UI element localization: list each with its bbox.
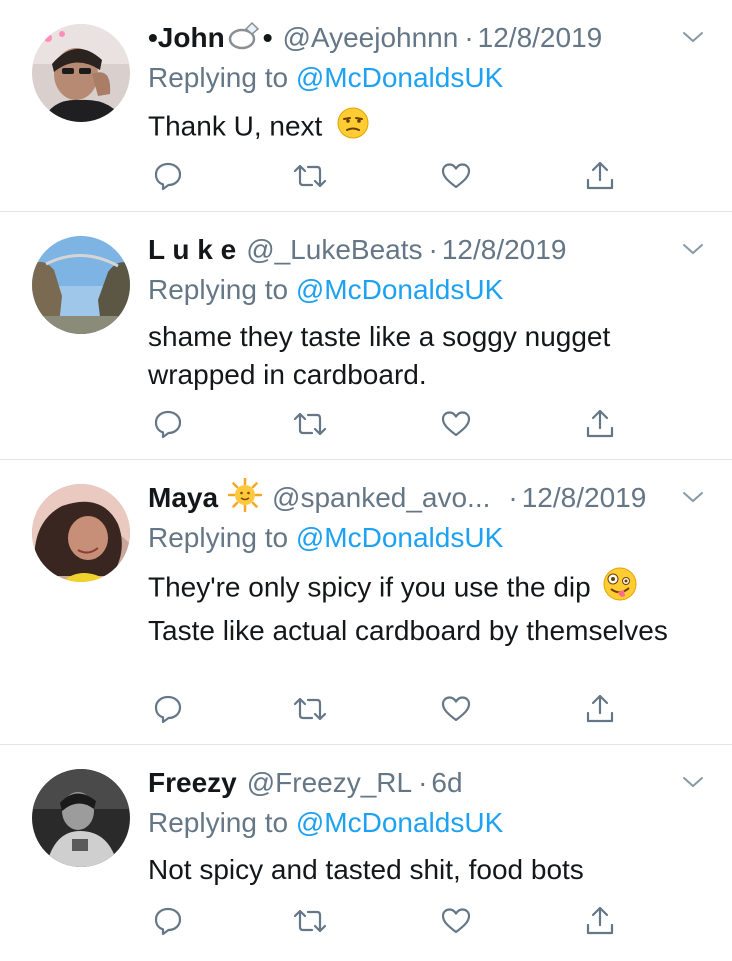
tweet-text-content: Thank U, next — [148, 110, 323, 142]
retweet-icon[interactable] — [290, 156, 330, 196]
reply-feed: •John • @Ayeejohnnn · 12/8/2019 Replying… — [0, 0, 732, 961]
tweet-header: L u k e @_LukeBeats · 12/8/2019 — [148, 230, 712, 270]
tweet-text: shame they taste like a soggy nugget wra… — [148, 321, 611, 390]
separator-dot: · — [418, 767, 428, 798]
tweet-text-line: They're only spicy if you use the dip — [148, 571, 591, 603]
name-suffix: • — [262, 22, 273, 53]
handle[interactable]: @Ayeejohnnn — [283, 22, 459, 54]
retweet-icon[interactable] — [290, 901, 330, 941]
timestamp[interactable]: 12/8/2019 — [522, 482, 647, 514]
tweet-header: •John • @Ayeejohnnn · 12/8/2019 — [148, 18, 712, 58]
timestamp[interactable]: 6d — [431, 767, 462, 799]
timestamp[interactable]: 12/8/2019 — [442, 234, 567, 266]
avatar[interactable] — [32, 24, 130, 122]
tweet[interactable]: •John • @Ayeejohnnn · 12/8/2019 Replying… — [0, 0, 732, 212]
timestamp[interactable]: 12/8/2019 — [478, 22, 603, 54]
share-icon[interactable] — [580, 404, 620, 444]
like-icon[interactable] — [436, 404, 476, 444]
tweet-header: Maya @spanked_avo... · 12/8/2019 — [148, 477, 712, 519]
tweet[interactable]: Maya @spanked_avo... · 12/8/2019 Replyin… — [0, 460, 732, 745]
tweet-text-line: Taste like actual cardboard by themselve… — [148, 615, 668, 646]
tweet-text: Not spicy and tasted shit, food bots — [148, 854, 584, 885]
like-icon[interactable] — [436, 689, 476, 729]
replying-mention[interactable]: @McDonaldsUK — [296, 274, 503, 305]
like-icon[interactable] — [436, 156, 476, 196]
display-name[interactable]: Maya — [148, 482, 218, 514]
separator-dot: · — [464, 22, 474, 53]
chevron-down-icon[interactable] — [680, 236, 706, 262]
display-name[interactable]: L u k e — [148, 234, 236, 266]
replying-mention[interactable]: @McDonaldsUK — [296, 62, 503, 93]
ring-icon — [227, 20, 261, 57]
reply-icon[interactable] — [148, 404, 188, 444]
replying-to: Replying to @McDonaldsUK — [148, 270, 712, 310]
tweet-text: Thank U, next — [148, 106, 712, 150]
replying-mention[interactable]: @McDonaldsUK — [296, 807, 503, 838]
replying-mention[interactable]: @McDonaldsUK — [296, 522, 503, 553]
tweet-actions — [148, 689, 628, 729]
tweet-text: They're only spicy if you use the dip Ta… — [148, 566, 688, 650]
separator-dot: · — [508, 482, 518, 513]
share-icon[interactable] — [580, 156, 620, 196]
separator-dot: · — [428, 234, 438, 265]
share-icon[interactable] — [580, 689, 620, 729]
tweet[interactable]: L u k e @_LukeBeats · 12/8/2019 Replying… — [0, 212, 732, 460]
replying-to: Replying to @McDonaldsUK — [148, 518, 712, 558]
replying-prefix: Replying to — [148, 522, 289, 553]
like-icon[interactable] — [436, 901, 476, 941]
display-name[interactable]: Freezy — [148, 767, 237, 799]
share-icon[interactable] — [580, 901, 620, 941]
tweet-actions — [148, 901, 628, 941]
tweet[interactable]: Freezy @Freezy_RL · 6d Replying to @McDo… — [0, 745, 732, 961]
handle[interactable]: @spanked_avo... — [272, 482, 490, 514]
replying-prefix: Replying to — [148, 807, 289, 838]
chevron-down-icon[interactable] — [680, 484, 706, 510]
zany-face-icon — [602, 566, 638, 612]
chevron-down-icon[interactable] — [680, 24, 706, 50]
tweet-header: Freezy @Freezy_RL · 6d — [148, 763, 712, 803]
tweet-actions — [148, 156, 628, 196]
reply-icon[interactable] — [148, 689, 188, 729]
avatar[interactable] — [32, 236, 130, 334]
replying-to: Replying to @McDonaldsUK — [148, 58, 712, 98]
retweet-icon[interactable] — [290, 689, 330, 729]
avatar[interactable] — [32, 769, 130, 867]
chevron-down-icon[interactable] — [680, 769, 706, 795]
display-name[interactable]: •John — [148, 22, 225, 54]
sun-face-icon — [227, 477, 263, 519]
handle[interactable]: @Freezy_RL — [247, 767, 412, 799]
reply-icon[interactable] — [148, 156, 188, 196]
unamused-face-icon — [336, 106, 370, 150]
tweet-actions — [148, 404, 628, 444]
reply-icon[interactable] — [148, 901, 188, 941]
handle[interactable]: @_LukeBeats — [246, 234, 422, 266]
replying-prefix: Replying to — [148, 62, 289, 93]
replying-to: Replying to @McDonaldsUK — [148, 803, 712, 843]
replying-prefix: Replying to — [148, 274, 289, 305]
retweet-icon[interactable] — [290, 404, 330, 444]
avatar[interactable] — [32, 484, 130, 582]
